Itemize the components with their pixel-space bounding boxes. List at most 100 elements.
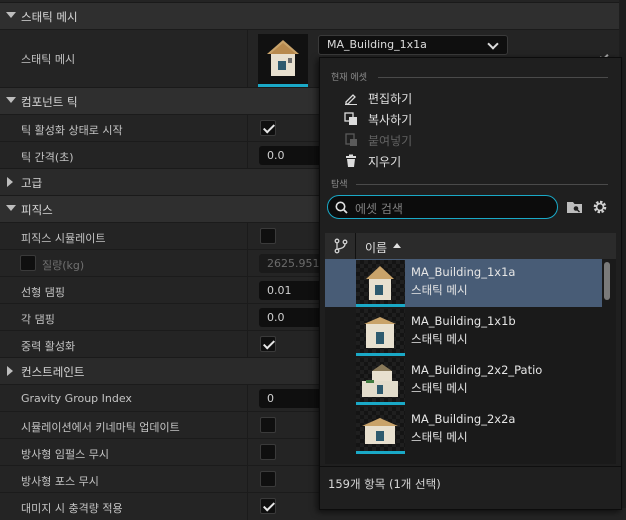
- asset-list: MA_Building_1x1a 스태틱 메시 MA_Building_1x1b…: [325, 259, 616, 464]
- copy-icon: [344, 112, 357, 125]
- asset-type: 스태틱 메시: [411, 283, 468, 297]
- section-label: 스태틱 메시: [21, 10, 78, 24]
- section-label: 피직스: [21, 203, 53, 217]
- asset-list-item[interactable]: MA_Building_1x1a 스태틱 메시: [325, 259, 602, 307]
- apply-impulse-checkbox[interactable]: [260, 498, 276, 514]
- property-label: 방사형 포스 무시: [21, 475, 99, 488]
- asset-name: MA_Building_2x2a: [411, 412, 516, 426]
- collapse-arrow-icon[interactable]: [6, 97, 16, 103]
- asset-type: 스태틱 메시: [411, 332, 468, 346]
- trash-icon: [346, 154, 356, 167]
- asset-type: 스태틱 메시: [411, 381, 468, 395]
- enable-gravity-checkbox[interactable]: [260, 336, 276, 352]
- asset-name: MA_Building_1x1b: [411, 314, 516, 328]
- menu-item-paste: 붙여넣기: [344, 130, 604, 150]
- building-icon: [362, 418, 398, 444]
- divider: [320, 466, 621, 467]
- property-label: 틱 활성화 상태로 시작: [21, 124, 123, 137]
- browse-heading: 탐색: [331, 180, 348, 190]
- asset-thumbnail: [356, 309, 405, 356]
- property-label: 각 댐핑: [21, 313, 55, 326]
- asset-search-input[interactable]: 에셋 검색: [327, 195, 558, 219]
- column-divider: [247, 142, 248, 169]
- section-label: 컴포넌트 틱: [21, 95, 78, 109]
- divider: [356, 184, 608, 185]
- property-label: 스태틱 메시: [21, 53, 76, 66]
- branch-icon[interactable]: [333, 238, 349, 254]
- column-header-name[interactable]: 이름: [365, 239, 387, 256]
- building-icon: [364, 317, 396, 348]
- column-divider: [247, 493, 248, 520]
- folder-icon[interactable]: [566, 198, 584, 216]
- column-divider: [247, 277, 248, 304]
- menu-item-label: 편집하기: [368, 92, 413, 106]
- property-label: 시뮬레이션에서 키네마틱 업데이트: [21, 421, 180, 434]
- asset-list-item[interactable]: MA_Building_2x2_Patio 스태틱 메시: [325, 357, 602, 405]
- asset-list-header: 이름: [325, 233, 616, 260]
- mass-override-checkbox[interactable]: [20, 255, 36, 271]
- asset-list-scrollbar[interactable]: [602, 259, 612, 464]
- dropdown-value: MA_Building_1x1a: [327, 38, 427, 51]
- column-divider: [247, 30, 248, 88]
- column-divider: [247, 223, 248, 250]
- asset-name: MA_Building_1x1a: [411, 265, 516, 279]
- column-divider: [247, 466, 248, 493]
- expand-arrow-icon[interactable]: [7, 177, 13, 187]
- section-static-mesh[interactable]: 스태틱 메시: [0, 2, 626, 29]
- column-divider: [247, 439, 248, 466]
- item-count-status: 159개 항목 (1개 선택): [328, 477, 441, 491]
- property-label: 선형 댐핑: [21, 286, 65, 299]
- collapse-arrow-icon[interactable]: [6, 12, 16, 18]
- property-label: 대미지 시 충격량 적용: [21, 502, 123, 515]
- menu-item-edit[interactable]: 편집하기: [344, 88, 604, 108]
- section-label: 고급: [21, 176, 43, 190]
- column-divider: [247, 250, 248, 277]
- column-divider: [247, 115, 248, 142]
- asset-picker-popup: 현재 에셋 편집하기 복사하기 붙여넣기 지우기 탐색 에셋 검색 이름 MA_…: [319, 57, 622, 510]
- ignore-radial-force-checkbox[interactable]: [260, 471, 276, 487]
- property-label: 피직스 시뮬레이트: [21, 232, 106, 245]
- simulate-physics-checkbox[interactable]: [260, 228, 276, 244]
- update-kinematic-checkbox[interactable]: [260, 417, 276, 433]
- expand-arrow-icon[interactable]: [7, 366, 13, 376]
- asset-list-item[interactable]: MA_Building_1x1b 스태틱 메시: [325, 308, 602, 356]
- menu-item-clear[interactable]: 지우기: [344, 151, 604, 171]
- menu-item-label: 지우기: [368, 155, 402, 169]
- ignore-radial-impulse-checkbox[interactable]: [260, 444, 276, 460]
- static-mesh-dropdown[interactable]: MA_Building_1x1a: [318, 35, 508, 55]
- asset-list-item[interactable]: MA_Building_2x2a 스태틱 메시: [325, 406, 602, 454]
- collapse-arrow-icon[interactable]: [6, 205, 16, 211]
- property-label: 중력 활성화: [21, 340, 76, 353]
- column-divider: [247, 385, 248, 412]
- menu-item-label: 복사하기: [368, 113, 413, 127]
- asset-thumbnail: [356, 407, 405, 454]
- current-asset-heading: 현재 에셋: [331, 73, 367, 83]
- gear-icon[interactable]: [591, 198, 609, 216]
- tick-enabled-checkbox[interactable]: [260, 120, 276, 136]
- menu-item-label: 붙여넣기: [368, 134, 413, 148]
- chevron-down-icon: [487, 38, 499, 50]
- paste-icon: [345, 133, 357, 146]
- column-divider: [247, 304, 248, 331]
- column-divider: [247, 331, 248, 358]
- property-label: 틱 간격(초): [21, 151, 74, 164]
- asset-name: MA_Building_2x2_Patio: [411, 363, 543, 377]
- mesh-thumbnail[interactable]: [258, 34, 308, 87]
- building-icon: [366, 266, 394, 300]
- search-icon: [335, 201, 348, 214]
- asset-thumbnail: [356, 260, 405, 307]
- section-label: 컨스트레인트: [21, 365, 85, 379]
- asset-type: 스태틱 메시: [411, 430, 468, 444]
- scrollbar-thumb[interactable]: [604, 262, 610, 300]
- building-icon: [267, 40, 299, 76]
- search-placeholder: 에셋 검색: [355, 202, 403, 216]
- sort-asc-icon: [393, 243, 401, 248]
- asset-thumbnail: [356, 358, 405, 405]
- column-divider: [247, 412, 248, 439]
- property-label: Gravity Group Index: [21, 392, 132, 405]
- property-label: 방사형 임펄스 무시: [21, 448, 109, 461]
- property-label: 질량(kg): [42, 259, 85, 272]
- column-divider[interactable]: [355, 233, 356, 259]
- divider: [378, 77, 608, 78]
- menu-item-copy[interactable]: 복사하기: [344, 109, 604, 129]
